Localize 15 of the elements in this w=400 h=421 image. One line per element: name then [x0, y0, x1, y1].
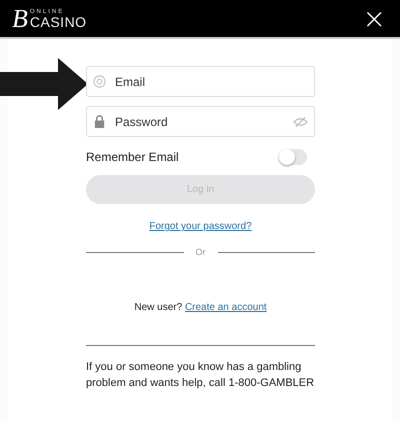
- email-field[interactable]: Email: [86, 66, 315, 97]
- gambling-help-text: If you or someone you know has a gambling problem and wants help, call 1-800-GAMBLER: [86, 360, 315, 391]
- or-divider-label: Or: [196, 247, 206, 257]
- hidden-eye-icon[interactable]: [293, 116, 308, 128]
- new-user-text: New user?: [134, 302, 182, 313]
- logo-mark: B: [12, 6, 28, 32]
- logo-title: CASINO: [30, 14, 87, 28]
- forgot-password-link[interactable]: Forgot your password?: [149, 221, 252, 232]
- password-field[interactable]: Password: [86, 106, 315, 137]
- remember-toggle[interactable]: [279, 149, 307, 165]
- arrow-icon: [0, 58, 88, 110]
- close-button[interactable]: ×: [360, 4, 388, 32]
- lock-icon: [93, 115, 106, 128]
- remember-email-label: Remember Email: [86, 150, 179, 164]
- create-account-link[interactable]: Create an account: [184, 302, 267, 313]
